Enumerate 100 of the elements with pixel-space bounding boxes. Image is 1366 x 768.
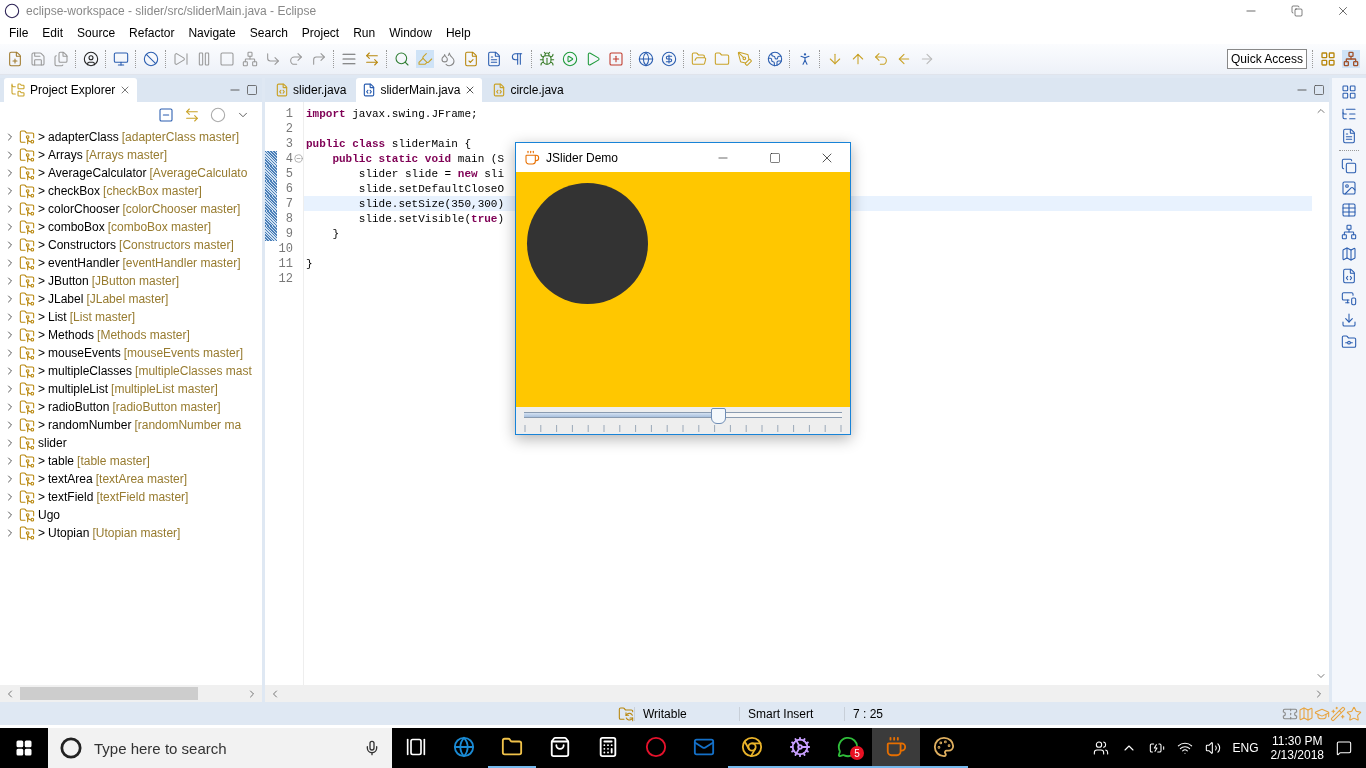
menu-item[interactable]: Edit <box>35 26 71 40</box>
calculator-icon[interactable] <box>597 736 619 758</box>
project-name[interactable]: comboBox <box>48 220 105 234</box>
step-return-button[interactable] <box>310 50 328 68</box>
volume-icon[interactable] <box>1204 740 1221 756</box>
project-name[interactable]: radioButton <box>48 400 110 414</box>
open-folder-button[interactable] <box>690 50 708 68</box>
project-name[interactable]: Arrays <box>48 148 83 162</box>
skip-breakpoints-button[interactable] <box>142 50 160 68</box>
menu-item[interactable]: Project <box>294 26 347 40</box>
project-name[interactable]: Utopian <box>48 526 90 540</box>
task-view-icon[interactable] <box>406 737 426 757</box>
wand-icon[interactable] <box>1330 705 1346 722</box>
highlighter-button[interactable] <box>416 50 434 68</box>
quick-access-field[interactable]: Quick Access <box>1227 49 1307 69</box>
maximize-icon[interactable] <box>1313 84 1325 96</box>
palette-icon[interactable] <box>933 736 955 758</box>
open-perspective-button[interactable] <box>1319 50 1337 68</box>
step-over-button[interactable] <box>287 50 305 68</box>
menu-item[interactable]: File <box>2 26 36 40</box>
battery-icon[interactable] <box>1148 740 1165 756</box>
step-into-button[interactable] <box>264 50 282 68</box>
image-icon[interactable] <box>1341 180 1357 196</box>
document-button[interactable] <box>485 50 503 68</box>
project-name[interactable]: textField <box>48 490 94 504</box>
table-icon[interactable] <box>1341 202 1357 218</box>
editor-tab[interactable]: circle.java <box>486 78 570 102</box>
scrollbar-thumb[interactable] <box>20 687 198 700</box>
hierarchy-icon[interactable] <box>1341 224 1357 240</box>
project-name[interactable]: adapterClass <box>48 130 119 144</box>
console-icon[interactable] <box>1341 290 1357 306</box>
world-button[interactable] <box>766 50 784 68</box>
close-icon[interactable] <box>1336 4 1350 18</box>
resume-button[interactable] <box>172 50 190 68</box>
fold-icon[interactable] <box>294 154 303 163</box>
search-box[interactable]: Type here to search <box>48 728 392 768</box>
microphone-icon[interactable] <box>364 740 380 756</box>
editor-tab[interactable]: slider.java <box>269 78 353 102</box>
project-name[interactable]: colorChooser <box>48 202 120 216</box>
project-name[interactable]: multipleClasses <box>48 364 133 378</box>
grid-icon[interactable] <box>1341 84 1357 100</box>
menu-item[interactable]: Run <box>346 26 383 40</box>
project-name[interactable]: multipleList <box>48 382 109 396</box>
project-name[interactable]: table <box>48 454 75 468</box>
project-name[interactable]: List <box>48 310 67 324</box>
windows-logo-icon[interactable] <box>15 739 33 757</box>
new-file-button[interactable] <box>6 50 24 68</box>
notifications-icon[interactable] <box>1336 740 1352 756</box>
project-name[interactable]: mouseEvents <box>48 346 121 360</box>
wifi-icon[interactable] <box>1176 740 1193 756</box>
disconnect-button[interactable] <box>241 50 259 68</box>
menu-item[interactable]: Source <box>70 26 123 40</box>
project-name[interactable]: JLabel <box>48 292 84 306</box>
forward-icon[interactable] <box>919 51 935 67</box>
task-list-icon[interactable] <box>1341 128 1357 144</box>
mail-icon[interactable] <box>693 736 715 758</box>
ring-icon[interactable] <box>645 736 667 758</box>
monitor-button[interactable] <box>112 50 130 68</box>
run-button[interactable] <box>561 50 579 68</box>
project-name[interactable]: AverageCalculator <box>48 166 147 180</box>
project-name[interactable]: eventHandler <box>48 256 120 270</box>
menu-item[interactable]: Window <box>382 26 439 40</box>
coffee-cup-icon[interactable] <box>885 736 907 758</box>
save-all-button[interactable] <box>52 50 70 68</box>
drops-button[interactable] <box>439 50 457 68</box>
menu-item[interactable]: Navigate <box>181 26 243 40</box>
map-icon[interactable] <box>1341 246 1357 262</box>
menu-item[interactable]: Refactor <box>122 26 182 40</box>
pen-button[interactable] <box>736 50 754 68</box>
project-name[interactable]: Ugo <box>38 508 60 522</box>
outline-icon[interactable] <box>1341 106 1357 122</box>
menu-item[interactable]: Help <box>438 26 478 40</box>
stop-button[interactable] <box>218 50 236 68</box>
maximize-icon[interactable] <box>769 151 781 164</box>
collapse-all-icon[interactable] <box>158 107 174 123</box>
search-field[interactable]: Type here to search <box>92 738 354 758</box>
slider-thumb[interactable] <box>710 408 726 424</box>
globe-button[interactable] <box>637 50 655 68</box>
menu-item[interactable]: Search <box>242 26 295 40</box>
star-icon[interactable] <box>1346 705 1362 722</box>
project-name[interactable]: Constructors <box>48 238 117 252</box>
search-button[interactable] <box>393 50 411 68</box>
coin-button[interactable] <box>660 50 678 68</box>
gear-icon[interactable] <box>789 736 811 758</box>
project-name[interactable]: Methods <box>48 328 95 342</box>
add-button[interactable] <box>607 50 625 68</box>
perspective-button[interactable] <box>1342 50 1360 68</box>
file-code-icon[interactable] <box>1341 268 1357 284</box>
shopping-bag-icon[interactable] <box>549 736 571 758</box>
maximize-icon[interactable] <box>246 84 258 96</box>
project-name[interactable]: JButton <box>48 274 89 288</box>
bug-button[interactable] <box>538 50 556 68</box>
project-name[interactable]: randomNumber <box>48 418 132 432</box>
editor-tab[interactable]: sliderMain.java <box>356 78 483 102</box>
language-indicator[interactable]: ENG <box>1232 741 1259 755</box>
clock-date[interactable]: 2/13/2018 <box>1270 748 1324 762</box>
git-folder-icon[interactable] <box>1341 334 1357 350</box>
globe-icon[interactable] <box>453 736 475 758</box>
swap-button[interactable] <box>363 50 381 68</box>
people-icon[interactable] <box>1092 740 1109 756</box>
